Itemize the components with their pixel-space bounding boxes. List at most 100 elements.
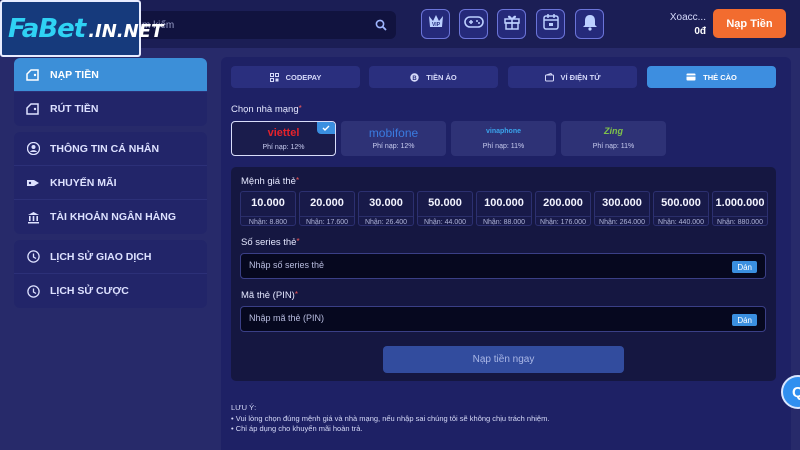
chat-icon: Q [792,383,800,401]
network-fee: Phí nạp: 12% [262,144,305,151]
username: Xoacc... [669,12,706,23]
denomination-receive: Nhận: 440.000 [654,216,708,226]
notification-button[interactable] [575,9,604,39]
denomination-receive: Nhận: 88.000 [477,216,531,226]
network-fee: Phí nạp: 12% [372,143,415,150]
sidebar-item-promotions[interactable]: KHUYẾN MÃI [14,166,207,200]
site-logo[interactable]: FaBet .IN.NET [0,0,163,57]
denomination-option[interactable]: 30.000 Nhận: 26.400 [358,191,414,226]
sidebar-group-funds: NẠP TIỀN RÚT TIỀN [14,58,207,126]
denomination-option[interactable]: 500.000 Nhận: 440.000 [653,191,709,226]
paste-serial-button[interactable]: Dán [732,261,757,273]
note-item: • Chỉ áp dụng cho khuyến mãi hoàn trả. [231,424,363,433]
denomination-receive: Nhận: 44.000 [418,216,472,226]
vip-icon: VIP [426,13,446,36]
denomination-value: 100.000 [484,197,524,209]
tab-label: TIỀN ẢO [426,72,457,82]
user-info[interactable]: Xoacc... 0đ [666,12,706,37]
history-icon [26,250,40,264]
denomination-value: 50.000 [428,197,462,209]
denomination-value: 200.000 [543,197,583,209]
games-button[interactable] [459,9,488,39]
sidebar-item-label: KHUYẾN MÃI [50,176,117,189]
serial-input[interactable] [249,260,709,270]
denomination-option[interactable]: 1.000.000 Nhận: 880.000 [712,191,768,226]
bank-icon [26,210,40,224]
network-viettel[interactable]: viettel Phí nạp: 12% [231,121,336,156]
tab-scratch-card[interactable]: THẺ CÀO [647,66,776,88]
paste-pin-button[interactable]: Dán [732,314,757,326]
network-fee: Phí nạp: 11% [482,143,525,150]
denomination-value: 30.000 [369,197,403,209]
denomination-receive: Nhận: 8.800 [241,216,295,226]
balance: 0đ [694,26,706,37]
bitcoin-icon: B [410,72,419,82]
serial-field: Dán [240,253,766,279]
wallet-out-icon [26,102,40,116]
denomination-option[interactable]: 50.000 Nhận: 44.000 [417,191,473,226]
denomination-value: 300.000 [602,197,642,209]
network-mobifone[interactable]: mobifone Phí nạp: 12% [341,121,446,156]
sidebar-item-withdraw[interactable]: RÚT TIỀN [14,92,207,126]
sidebar-item-label: LỊCH SỬ GIAO DỊCH [50,250,152,263]
denomination-option[interactable]: 20.000 Nhận: 17.600 [299,191,355,226]
tab-label: CODEPAY [285,72,322,82]
user-icon [26,142,40,156]
tab-codepay[interactable]: CODEPAY [231,66,360,88]
bell-icon [582,13,598,36]
notes-title: LƯU Ý: [231,403,257,412]
card-form: Mệnh giá thẻ* 10.000 Nhận: 8.800 20.000 Nh… [231,167,776,381]
submit-deposit-button[interactable]: Nạp tiền ngay [383,346,624,373]
calendar-icon [542,13,560,36]
svg-text:VIP: VIP [431,22,440,28]
search-box[interactable] [130,11,396,39]
denomination-option[interactable]: 300.000 Nhận: 264.000 [594,191,650,226]
network-zing[interactable]: Zing Phí nạp: 11% [561,121,666,156]
network-label: Chọn nhà mạng* [231,104,302,115]
gift-icon [503,13,521,36]
bet-history-icon [26,284,40,298]
network-logo: Zing [604,126,623,136]
vip-button[interactable]: VIP [421,9,450,39]
sidebar-item-label: THÔNG TIN CÁ NHÂN [50,142,160,155]
card-icon [686,73,696,81]
denomination-option[interactable]: 10.000 Nhận: 8.800 [240,191,296,226]
denomination-value: 1.000.000 [715,197,765,209]
sidebar-item-deposit[interactable]: NẠP TIỀN [14,58,207,92]
denomination-receive: Nhận: 17.600 [300,216,354,226]
ewallet-icon [544,72,554,82]
network-logo: mobifone [368,126,419,140]
denomination-receive: Nhận: 176.000 [536,216,590,226]
denomination-option[interactable]: 100.000 Nhận: 88.000 [476,191,532,226]
promo-icon [26,176,40,190]
denomination-value: 20.000 [310,197,344,209]
network-fee: Phí nạp: 11% [592,143,635,150]
denomination-receive: Nhận: 880.000 [713,216,767,226]
check-icon [317,122,335,134]
deposit-panel: CODEPAY B TIỀN ẢO VÍ ĐIỆN TỬ THẺ CÀO Chọ… [221,57,791,450]
sidebar-item-label: NẠP TIỀN [50,68,99,81]
tab-crypto[interactable]: B TIỀN ẢO [369,66,498,88]
sidebar-item-transaction-history[interactable]: LỊCH SỬ GIAO DỊCH [14,240,207,274]
pin-input[interactable] [249,313,709,323]
denomination-receive: Nhận: 264.000 [595,216,649,226]
pin-label: Mã thẻ (PIN)* [241,290,298,301]
gamepad-icon [463,15,484,34]
pin-field: Dán [240,306,766,332]
search-input[interactable] [142,19,370,31]
denomination-option[interactable]: 200.000 Nhận: 176.000 [535,191,591,226]
gift-button[interactable] [497,9,526,39]
note-item: • Vui lòng chọn đúng mệnh giá và nhà mạn… [231,413,550,423]
sidebar-group-account: THÔNG TIN CÁ NHÂN KHUYẾN MÃI TÀI KHOẢN N… [14,132,207,234]
denomination-receive: Nhận: 26.400 [359,216,413,226]
tab-ewallet[interactable]: VÍ ĐIỆN TỬ [508,66,637,88]
logo-brand: FaBet [8,13,86,44]
tab-label: THẺ CÀO [703,72,737,82]
network-vinaphone[interactable]: vinaphone Phí nạp: 11% [451,121,556,156]
sidebar-item-bet-history[interactable]: LỊCH SỬ CƯỢC [14,274,207,308]
deposit-header-button[interactable]: Nạp Tiền [713,9,786,38]
calendar-button[interactable] [536,9,565,39]
sidebar-item-bank-accounts[interactable]: TÀI KHOẢN NGÂN HÀNG [14,200,207,234]
sidebar-item-profile[interactable]: THÔNG TIN CÁ NHÂN [14,132,207,166]
search-icon[interactable] [370,14,392,36]
